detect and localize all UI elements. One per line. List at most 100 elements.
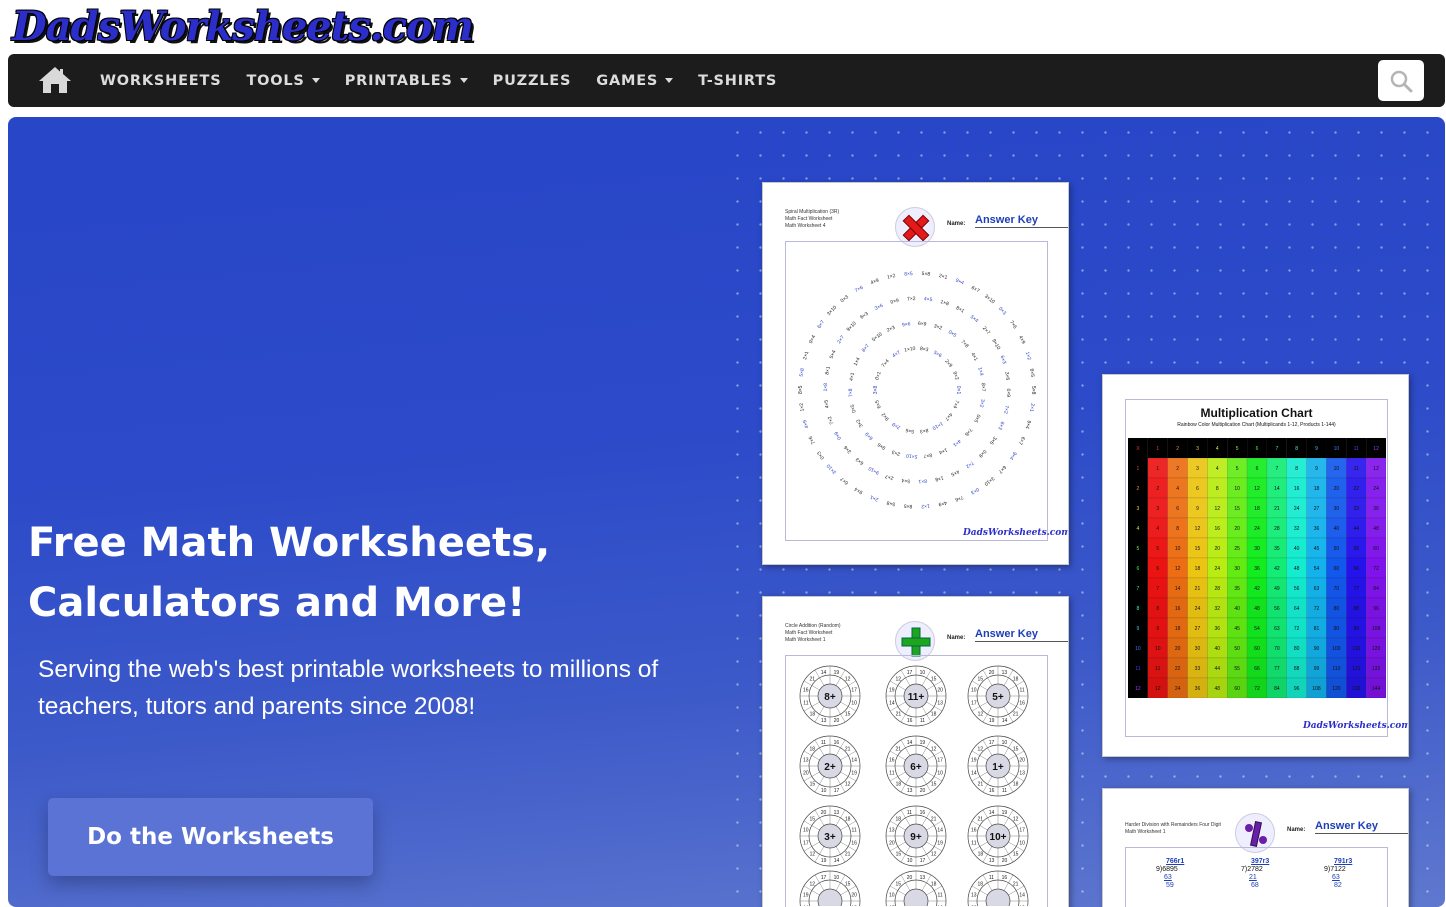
nav-item-label: GAMES: [596, 72, 659, 89]
svg-text:20: 20: [920, 788, 926, 794]
spiral-problem-digit: 0×9: [890, 298, 900, 306]
home-icon[interactable]: [38, 66, 72, 94]
grid-cell-label: 20: [1175, 646, 1181, 652]
grid-cell-label: 88: [1353, 606, 1359, 612]
svg-text:19: 19: [937, 840, 943, 846]
do-worksheets-button[interactable]: Do the Worksheets: [48, 798, 373, 876]
svg-text:12: 12: [810, 852, 816, 858]
grid-cell-label: 120: [1372, 646, 1381, 652]
hero-title-line: Calculators and More!: [28, 580, 526, 626]
spiral-problem-digit: 1×10: [931, 420, 944, 431]
nav-item-tools[interactable]: TOOLS: [246, 73, 320, 89]
spiral-problem-digit: 6×5: [874, 399, 883, 409]
spiral-problem-digit: 1×2: [887, 273, 897, 281]
spiral-problem-digit: 2×3: [886, 325, 896, 334]
grid-cell-label: 40: [1294, 546, 1300, 552]
svg-text:12: 12: [931, 852, 937, 858]
spiral-problem-digit: 0×9: [1005, 388, 1011, 397]
grid-cell-label: 88: [1294, 666, 1300, 672]
grid-cell-label: 16: [1175, 606, 1181, 612]
nav-item-label: PUZZLES: [492, 72, 572, 89]
addition-circle: 191217101520131811 1621142+: [799, 735, 861, 797]
nav-item-games[interactable]: GAMES: [596, 72, 674, 89]
answer-key-label: Answer Key: [975, 628, 1068, 642]
svg-text:17: 17: [834, 788, 840, 794]
svg-text:16: 16: [803, 688, 809, 694]
grid-cell-label: 66: [1353, 566, 1359, 572]
svg-text:19: 19: [851, 770, 857, 776]
grid-cell-label: 16: [1215, 526, 1221, 532]
nav-item-worksheets[interactable]: WORKSHEETS: [100, 73, 221, 89]
grid-cell-label: 24: [1254, 526, 1260, 532]
grid-cell-label: 84: [1373, 586, 1379, 592]
spiral-problem-digit: 3×2: [978, 398, 986, 408]
svg-text:13: 13: [937, 700, 943, 706]
svg-text:11: 11: [821, 740, 826, 746]
spiral-problem-digit: 6×3: [859, 311, 870, 321]
circle-center-label: 3+: [824, 832, 836, 843]
search-button[interactable]: [1378, 60, 1424, 101]
svg-text:21: 21: [896, 712, 902, 718]
svg-text:17: 17: [971, 701, 977, 707]
grid-cell-label: 55: [1234, 666, 1240, 672]
work-step: 68: [1251, 882, 1259, 889]
spiral-problem-digit: 7×6: [954, 494, 964, 503]
spiral-problem-digit: 1×8: [940, 299, 950, 307]
spiral-problem-digit: 3×10: [826, 462, 838, 474]
grid-cell-label: 4: [1216, 466, 1219, 472]
grid-cell-label: 27: [1195, 626, 1201, 632]
grid-cell-label: 14: [1274, 486, 1280, 492]
spiral-problem-digit: 6×7: [839, 475, 850, 485]
grid-cell-label: 2: [1176, 446, 1179, 452]
nav-menu: WORKSHEETS TOOLS PRINTABLES PUZZLES GAME…: [100, 54, 802, 107]
addition-circle: 162114191217101520131811: [885, 870, 947, 907]
spiral-problem-digit: 9×4: [955, 278, 965, 287]
grid-cell-label: 28: [1215, 586, 1221, 592]
svg-text:18: 18: [1013, 782, 1019, 788]
spiral-problem-digit: 8×5: [1028, 368, 1035, 377]
spiral-multiplication-thumbnail[interactable]: Spiral Multiplication (3R) Math Fact Wor…: [762, 182, 1069, 565]
grid-cell-label: 11: [1135, 666, 1140, 672]
spiral-problem-digit: 1×4: [853, 356, 862, 366]
svg-text:15: 15: [810, 782, 816, 788]
svg-text:21: 21: [810, 676, 816, 682]
grid-cell-label: 90: [1334, 626, 1340, 632]
circle-addition-thumbnail[interactable]: Circle Addition (Random) Math Fact Works…: [762, 596, 1069, 907]
grid-cell-label: 28: [1274, 526, 1280, 532]
spiral-problem-digit: 6×9: [918, 321, 927, 328]
grid-cell-label: 12: [1195, 526, 1201, 532]
spiral-problem-digit: 7×8: [963, 426, 973, 437]
divisor-dividend: 9)7122: [1324, 866, 1346, 873]
spiral-problem-digit: 8×7: [980, 383, 986, 392]
svg-text:11: 11: [920, 718, 925, 724]
sheet-header: Spiral Multiplication (3R) Math Fact Wor…: [785, 209, 839, 230]
multiplication-chart-thumbnail[interactable]: Multiplication Chart Rainbow Color Multi…: [1102, 374, 1409, 757]
spiral-problem-digit: 6×3: [855, 456, 866, 466]
spiral-problem-digit: 5×4: [969, 314, 980, 324]
spiral-problem-digit: 5×10: [871, 331, 884, 343]
grid-cell-label: 56: [1274, 606, 1280, 612]
svg-text:20: 20: [907, 875, 913, 881]
long-division-thumbnail[interactable]: Harder Division with Remainders Four Dig…: [1102, 788, 1409, 907]
sheet-header: Harder Division with Remainders Four Dig…: [1125, 822, 1221, 836]
svg-text:15: 15: [978, 676, 984, 682]
spiral-problem-digit: 0×9: [977, 448, 987, 458]
grid-cell-label: 8: [1137, 606, 1140, 612]
svg-text:15: 15: [810, 816, 816, 822]
grid-cell-label: 90: [1314, 646, 1320, 652]
nav-item-tshirts[interactable]: T-SHIRTS: [698, 73, 777, 89]
spiral-problem-digit: 2×9: [943, 358, 953, 369]
nav-item-printables[interactable]: PRINTABLES: [345, 73, 468, 89]
grid-cell-label: 50: [1234, 646, 1240, 652]
spiral-problem-digit: 8×7: [923, 451, 933, 458]
grid-cell-label: 12: [1135, 686, 1141, 692]
grid-cell-label: 30: [1195, 646, 1201, 652]
site-logo[interactable]: DadsWorksheets.com: [12, 2, 474, 52]
grid-cell-label: 9: [1315, 466, 1318, 472]
grid-cell-label: 132: [1372, 666, 1381, 672]
sheet-header-line: Spiral Multiplication (3R): [785, 209, 840, 215]
spiral-problem-digit: 5×4: [901, 477, 910, 484]
svg-text:17: 17: [889, 906, 895, 907]
spiral-problem-digit: 8×7: [861, 343, 871, 354]
nav-item-puzzles[interactable]: PUZZLES: [493, 73, 572, 89]
